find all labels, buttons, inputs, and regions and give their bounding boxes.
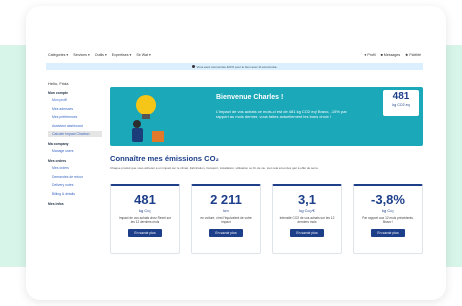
hero-text: L'impact de vos achats ce mois-ci est de… (216, 109, 347, 119)
nav-loyalty-label: Fidélité (409, 53, 421, 57)
stat-unit: kg Co₂/€ (299, 208, 315, 213)
stat-value: 3,1 (297, 192, 317, 207)
stat-card-intensity: 3,1 kg Co₂/€ Intensité CO2 de vos achats… (272, 184, 342, 254)
stat-card-distance: 2 211 km en voiture, c'est l'équivalent … (191, 184, 261, 254)
stat-unit: km (223, 208, 229, 213)
sidebar-item-delivery[interactable]: Delivery notes (52, 182, 104, 188)
sidebar-section-account: Mon compte (48, 91, 68, 95)
sidebar-item-profile[interactable]: Mon profil (52, 97, 104, 103)
nav-tools[interactable]: Outils ▾ (95, 53, 107, 57)
browser-frame: Catégories ▾ Services ▾ Outils ▾ Experti… (26, 6, 446, 300)
sidebar-item-manage-users[interactable]: Manage users (52, 148, 104, 154)
top-nav: Catégories ▾ Services ▾ Outils ▾ Experti… (46, 50, 423, 60)
learn-more-button[interactable]: En savoir plus (290, 229, 324, 237)
sidebar-section-orders: Mes orders (48, 159, 67, 163)
nav-extra[interactable]: Se Wat ▾ (136, 53, 150, 57)
stat-unit: kg Co₂ (381, 208, 394, 213)
sidebar-section-company: Ma company (48, 142, 69, 146)
lightbulb-person-icon (132, 95, 164, 142)
nav-services[interactable]: Services ▾ (73, 53, 90, 57)
sidebar-item-carbon-impact[interactable]: Calculer Impact Charbon (48, 131, 102, 137)
sidebar-item-addresses[interactable]: Mes adresses (52, 106, 104, 112)
welcome-hero: Bienvenue Charles ! L'impact de vos acha… (110, 87, 423, 146)
sidebar-greeting: Hello, Frida (48, 81, 69, 86)
sidebar-item-orders[interactable]: Mes orders (52, 165, 104, 171)
nav-messages[interactable]: ■Messages (381, 53, 401, 57)
sidebar-section-infos: Mes infos (48, 201, 64, 206)
stat-desc: Impact de vos achats chez Rexel sur les … (118, 216, 172, 224)
nav-left: Catégories ▾ Services ▾ Outils ▾ Experti… (48, 53, 151, 57)
impact-badge-value: 481 (392, 91, 410, 102)
stat-desc: en voiture, c'est l'équivalent de votre … (200, 216, 252, 224)
learn-more-button[interactable]: En savoir plus (128, 229, 162, 237)
nav-loyalty[interactable]: ★Fidélité (405, 53, 421, 57)
stat-value: 2 211 (210, 192, 242, 207)
nav-profile[interactable]: ●Profil (364, 53, 375, 57)
stat-card-impact: 481 kg Co₂ Impact de vos achats chez Rex… (110, 184, 180, 254)
building-icon: ■ (380, 53, 383, 57)
impact-badge-unit: kg CO2 eq (392, 103, 410, 107)
sidebar-item-preferences[interactable]: Mes préférences (52, 114, 104, 120)
info-icon (191, 65, 195, 68)
learn-more-button[interactable]: En savoir plus (371, 229, 405, 237)
nav-profile-label: Profil (367, 53, 376, 57)
nav-expertises[interactable]: Expertises ▾ (112, 53, 132, 57)
stat-desc: Par rapport aux 12 mois précédents. Brav… (362, 216, 414, 224)
section-title: Connaître mes émissions CO₂ (110, 154, 219, 163)
sidebar-item-dashboard[interactable]: Assistant dashboard (52, 123, 104, 129)
nav-categories[interactable]: Catégories ▾ (48, 53, 68, 57)
stat-value: 481 (134, 192, 156, 207)
stat-card-trend: -3,8% kg Co₂ Par rapport aux 12 mois pré… (353, 184, 423, 254)
account-sidebar: Hello, Frida Mon compte Mon profil Mes a… (46, 77, 104, 270)
learn-more-button[interactable]: En savoir plus (209, 229, 243, 237)
star-icon: ★ (405, 53, 409, 57)
sidebar-item-billing[interactable]: Billing & details (52, 191, 104, 197)
stat-value: -3,8% (371, 192, 405, 207)
stat-desc: Intensité CO2 de vos achats sur les 12 d… (279, 216, 335, 224)
nav-messages-label: Messages (383, 53, 401, 57)
nav-right: ●Profil ■Messages ★Fidélité (364, 53, 421, 57)
banner-text: Vous avez économisé 420 € pour le bien a… (196, 64, 278, 69)
sidebar-item-returns[interactable]: Demandes de retour (52, 174, 104, 180)
hero-title: Bienvenue Charles ! (216, 94, 284, 101)
stats-cards: 481 kg Co₂ Impact de vos achats chez Rex… (110, 184, 423, 254)
info-banner: Vous avez économisé 420 € pour le bien a… (46, 63, 423, 70)
impact-badge: 481 kg CO2 eq (383, 90, 419, 116)
section-intro: Chaque produit que vous achetez a un imp… (110, 166, 319, 170)
app-window: Catégories ▾ Services ▾ Outils ▾ Experti… (46, 50, 423, 270)
stat-unit: kg Co₂ (138, 208, 151, 213)
